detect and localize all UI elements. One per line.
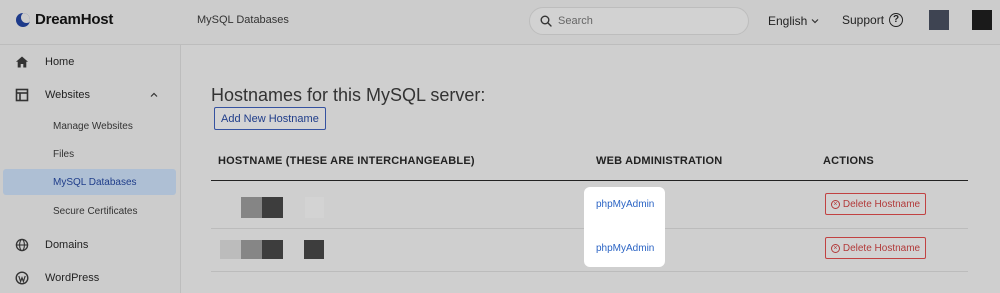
redacted-hostname-block: [304, 240, 324, 259]
sidebar: Home Websites Manage Websites Files MySQ…: [0, 45, 181, 293]
redacted-hostname-block: [220, 240, 241, 259]
sidebar-subitem-manage-websites[interactable]: Manage Websites: [3, 113, 176, 139]
column-header-actions: ACTIONS: [823, 155, 874, 167]
dreamhost-moon-icon: [16, 12, 30, 27]
close-circle-icon: ×: [830, 199, 840, 209]
search-icon: [540, 15, 552, 27]
redacted-hostname-block: [305, 197, 324, 218]
brand-logo[interactable]: DreamHost: [16, 11, 113, 28]
redacted-hostname-block: [262, 240, 283, 259]
add-new-hostname-button[interactable]: Add New Hostname: [214, 107, 326, 130]
delete-hostname-button[interactable]: × Delete Hostname: [825, 193, 926, 215]
websites-icon: [15, 88, 29, 102]
search-box[interactable]: [529, 7, 749, 35]
sidebar-subitem-label: Secure Certificates: [53, 205, 138, 217]
close-circle-icon: ×: [830, 243, 840, 253]
phpmyadmin-link[interactable]: phpMyAdmin: [596, 243, 654, 254]
globe-icon: [15, 238, 29, 252]
row-divider: [211, 271, 968, 272]
top-bar: DreamHost MySQL Databases English Suppor…: [0, 0, 1000, 45]
sidebar-subitem-mysql-databases[interactable]: MySQL Databases: [3, 169, 176, 195]
redacted-hostname-block: [241, 197, 262, 218]
language-selector[interactable]: English: [768, 14, 819, 28]
delete-hostname-label: Delete Hostname: [842, 242, 921, 254]
sidebar-subitem-label: Files: [53, 148, 75, 160]
chevron-up-icon[interactable]: [150, 91, 158, 99]
search-input[interactable]: [558, 13, 738, 29]
redacted-hostname-block: [241, 240, 262, 259]
sidebar-item-label: Home: [45, 56, 75, 68]
sidebar-item-label: Websites: [45, 89, 91, 101]
sidebar-item-label: Domains: [45, 239, 89, 251]
redacted-hostname-block: [262, 197, 283, 218]
page-title: Hostnames for this MySQL server:: [211, 85, 486, 105]
account-avatar[interactable]: [929, 10, 949, 30]
profile-avatar[interactable]: [972, 10, 992, 30]
delete-hostname-button[interactable]: × Delete Hostname: [825, 237, 926, 259]
breadcrumb: MySQL Databases: [197, 14, 289, 26]
sidebar-subitem-files[interactable]: Files: [3, 141, 176, 167]
sidebar-item-label: WordPress: [45, 272, 100, 284]
help-icon: ?: [889, 13, 904, 27]
column-header-web-administration: WEB ADMINISTRATION: [596, 155, 723, 167]
table-header-divider: [211, 180, 968, 181]
language-label: English: [768, 14, 808, 28]
column-header-hostname: HOSTNAME (THESE ARE INTERCHANGEABLE): [218, 155, 475, 167]
sidebar-subitem-label: Manage Websites: [53, 120, 133, 132]
sidebar-subitem-label: MySQL Databases: [53, 176, 137, 188]
sidebar-item-domains[interactable]: Domains: [0, 230, 180, 260]
home-icon: [16, 56, 28, 68]
chevron-down-icon: [811, 19, 819, 24]
sidebar-subitem-secure-certificates[interactable]: Secure Certificates: [3, 198, 176, 224]
delete-hostname-label: Delete Hostname: [842, 198, 921, 210]
sidebar-item-wordpress[interactable]: WordPress: [0, 263, 180, 293]
sidebar-item-home[interactable]: Home: [0, 47, 180, 77]
wordpress-icon: [15, 271, 29, 285]
phpmyadmin-link[interactable]: phpMyAdmin: [596, 199, 654, 210]
support-label: Support: [842, 13, 885, 27]
sidebar-item-websites[interactable]: Websites: [0, 80, 180, 110]
support-link[interactable]: Support ?: [842, 13, 904, 27]
brand-name: DreamHost: [35, 11, 114, 28]
